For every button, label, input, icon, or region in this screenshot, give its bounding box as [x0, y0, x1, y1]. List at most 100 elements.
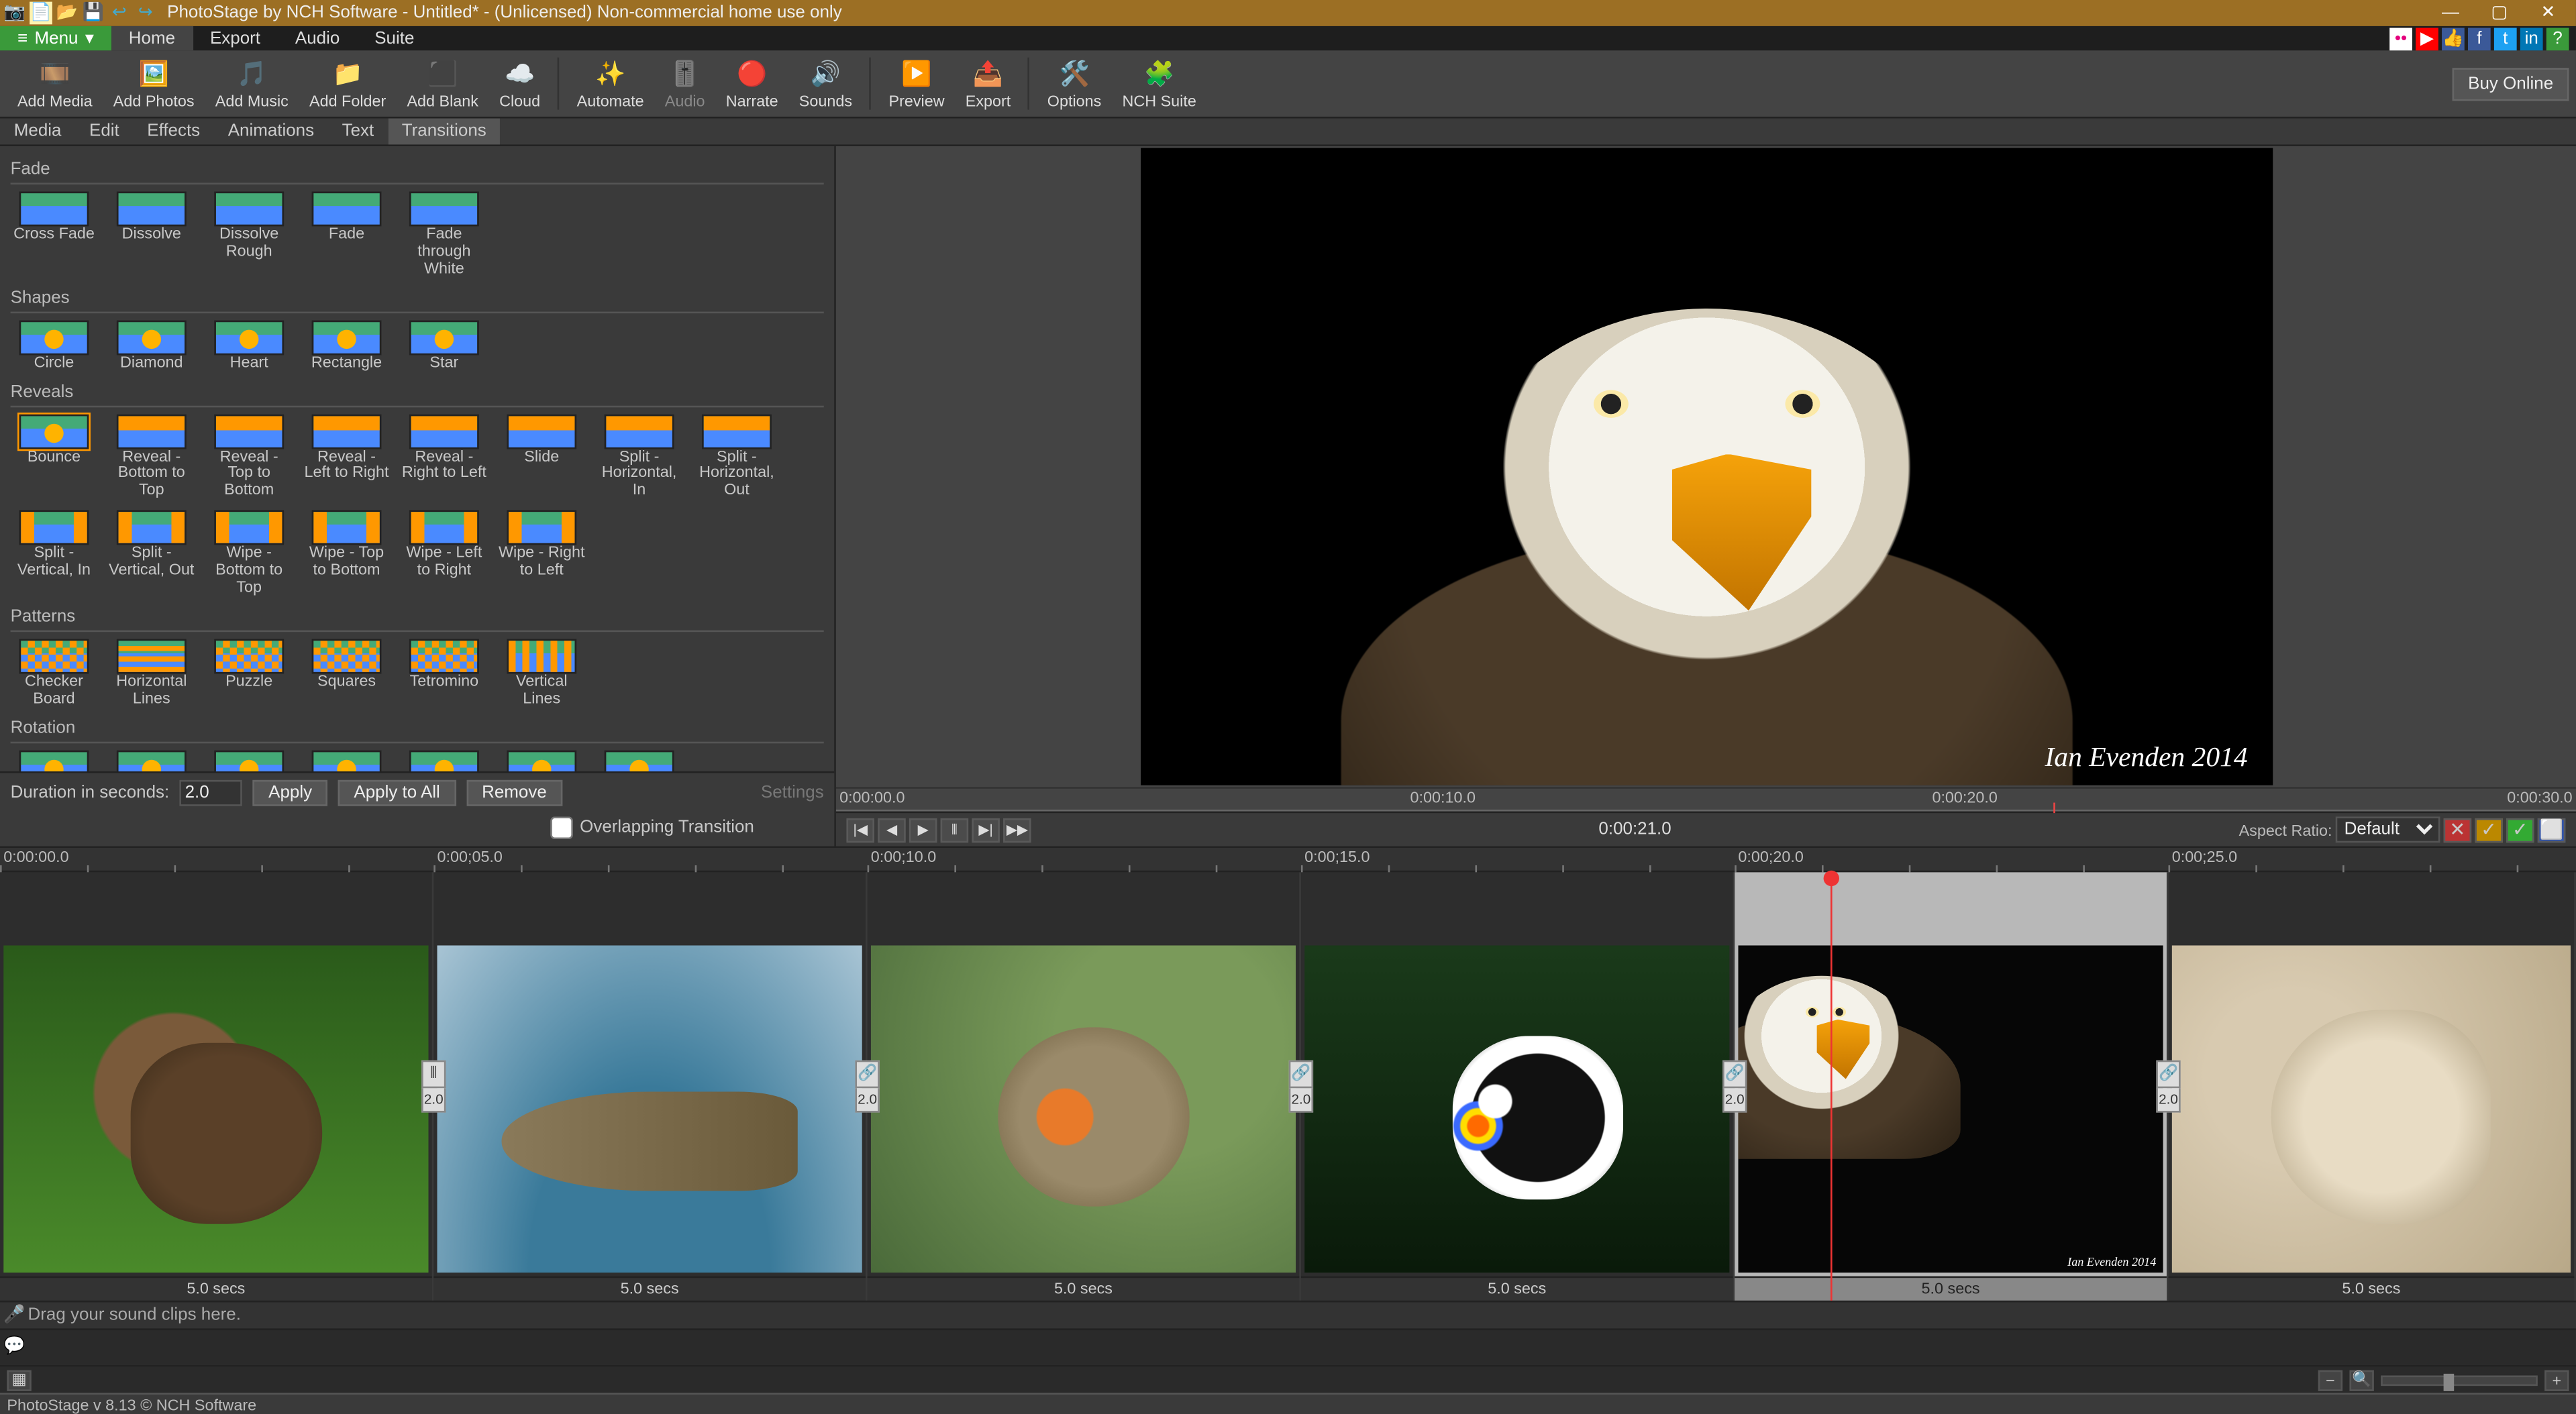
tab-suite[interactable]: Suite	[357, 26, 431, 50]
transition-wipe-top-to-bottom[interactable]: Wipe - Top to Bottom	[303, 510, 391, 597]
transition-rectangle[interactable]: Rectangle	[303, 320, 391, 372]
add-blank-button[interactable]: ⬛Add Blank	[397, 55, 489, 113]
save-icon[interactable]: 💾	[82, 2, 105, 25]
transition-cross-fade[interactable]: Cross Fade	[11, 192, 98, 278]
maximize-button[interactable]: ▢	[2475, 0, 2524, 26]
transition-fade-through-white[interactable]: Fade through White	[401, 192, 488, 278]
flag-red[interactable]: ✕	[2444, 818, 2472, 842]
facebook-icon[interactable]: f	[2468, 27, 2491, 50]
nch-suite-button[interactable]: 🧩NCH Suite	[1112, 55, 1207, 113]
transition-circle[interactable]: Circle	[11, 320, 98, 372]
help-icon[interactable]: ?	[2546, 27, 2569, 50]
transition-badge[interactable]: ⦀2.0	[421, 1060, 446, 1116]
clip-6[interactable]: 🔗2.0 5.0 secs	[2169, 872, 2576, 1301]
next-frame-button[interactable]: ⦀	[941, 818, 969, 842]
time-ruler[interactable]: 0:00:00.00:00;05.00:00;10.00:00;15.00:00…	[0, 848, 2576, 872]
remove-button[interactable]: Remove	[466, 780, 562, 806]
playhead[interactable]	[1831, 872, 1833, 1301]
transition-split-horizontal-in[interactable]: Split - Horizontal, In	[596, 414, 683, 500]
automate-button[interactable]: ✨Automate	[566, 55, 654, 113]
transition-wipe-left-to-right[interactable]: Wipe - Left to Right	[401, 510, 488, 597]
clip-4[interactable]: 🔗2.0 5.0 secs	[1301, 872, 1735, 1301]
twitter-icon[interactable]: t	[2494, 27, 2517, 50]
tab-home[interactable]: Home	[111, 26, 193, 50]
transition-wipe-bottom-to-top[interactable]: Wipe - Bottom to Top	[205, 510, 293, 597]
flag-blue[interactable]: ⬜	[2538, 818, 2566, 842]
subtab-effects[interactable]: Effects	[134, 119, 214, 145]
export-button[interactable]: 📤Export	[955, 55, 1021, 113]
buy-online-button[interactable]: Buy Online	[2453, 67, 2569, 100]
subtab-transitions[interactable]: Transitions	[388, 119, 501, 145]
timeline-mode-icon[interactable]: ▦	[7, 1370, 31, 1391]
transition-horizontal-lines[interactable]: Horizontal Lines	[108, 639, 195, 708]
subtab-text[interactable]: Text	[328, 119, 388, 145]
subtab-media[interactable]: Media	[0, 119, 75, 145]
transition-squares[interactable]: Squares	[303, 639, 391, 708]
transition-fan-bottom-to-top[interactable]: Fan - Bottom to Top	[11, 750, 98, 771]
flag-orange[interactable]: ✓	[2475, 818, 2503, 842]
transition-slide[interactable]: Slide	[498, 414, 585, 500]
transition-badge[interactable]: 🔗2.0	[1722, 1060, 1747, 1116]
tab-export[interactable]: Export	[193, 26, 278, 50]
like-icon[interactable]: 👍	[2442, 27, 2465, 50]
clip-2[interactable]: ⦀2.0 5.0 secs	[433, 872, 867, 1301]
add-media-button[interactable]: 🎞️Add Media	[7, 55, 103, 113]
transition-split-vertical-in[interactable]: Split - Vertical, In	[11, 510, 98, 597]
transition-checker-board[interactable]: Checker Board	[11, 639, 98, 708]
add-folder-button[interactable]: 📁Add Folder	[299, 55, 396, 113]
transition-star[interactable]: Star	[401, 320, 488, 372]
transition-split-horizontal-out[interactable]: Split - Horizontal, Out	[693, 414, 780, 500]
zoom-fit-button[interactable]: 🔍	[2349, 1370, 2373, 1391]
transition-bounce[interactable]: Bounce	[11, 414, 98, 500]
next-clip-button[interactable]: ▶|	[972, 818, 1000, 842]
goto-end-button[interactable]: ▶▶	[1003, 818, 1031, 842]
minimize-button[interactable]: —	[2426, 0, 2475, 26]
transition-radial-clockwise[interactable]: Radial - Clockwise	[205, 750, 293, 771]
play-button[interactable]: ▶	[909, 818, 937, 842]
prev-frame-button[interactable]: ◀	[878, 818, 906, 842]
flag-green[interactable]: ✓	[2506, 818, 2534, 842]
new-icon[interactable]: 📄	[30, 2, 52, 25]
duration-input[interactable]	[180, 780, 242, 806]
transition-badge[interactable]: 🔗2.0	[2156, 1060, 2180, 1116]
narration-track[interactable]	[0, 1327, 2576, 1365]
clips-row[interactable]: 5.0 secs ⦀2.0 5.0 secs 🔗2.0 5.0 secs 🔗2.…	[0, 872, 2576, 1301]
transition-split-vertical-out[interactable]: Split - Vertical, Out	[108, 510, 195, 597]
clip-5[interactable]: 🔗2.0 Ian Evenden 2014 5.0 secs	[1735, 872, 2168, 1301]
transition-tetromino[interactable]: Tetromino	[401, 639, 488, 708]
transition-vertical-lines[interactable]: Vertical Lines	[498, 639, 585, 708]
preview-scrubber[interactable]: 0:00:00.0 0:00:10.0 0:00:20.0 0:00:30.0	[836, 787, 2576, 811]
narrate-button[interactable]: 🔴Narrate	[715, 55, 788, 113]
transition-badge[interactable]: 🔗2.0	[855, 1060, 879, 1116]
transitions-list[interactable]: Fade Cross FadeDissolveDissolve Rough Fade…	[0, 146, 834, 771]
transition-radial-counter-clock-[interactable]: Radial - Counter-Clock...	[303, 750, 391, 771]
transition-reveal-top-to-bottom[interactable]: Reveal - Top to Bottom	[205, 414, 293, 500]
transition-reveal-right-to-left[interactable]: Reveal - Right to Left	[401, 414, 488, 500]
zoom-out-button[interactable]: −	[2318, 1370, 2342, 1391]
zoom-slider[interactable]	[2381, 1375, 2538, 1386]
linkedin-icon[interactable]: in	[2520, 27, 2543, 50]
sound-track[interactable]: Drag your sound clips here.	[0, 1300, 2576, 1327]
apply-all-button[interactable]: Apply to All	[338, 780, 456, 806]
subtab-edit[interactable]: Edit	[75, 119, 133, 145]
sounds-button[interactable]: 🔊Sounds	[788, 55, 862, 113]
zoom-in-button[interactable]: +	[2544, 1370, 2569, 1391]
add-music-button[interactable]: 🎵Add Music	[205, 55, 299, 113]
transition-fade[interactable]: Fade	[303, 192, 391, 278]
transition-roll[interactable]: Roll	[596, 750, 683, 771]
transition-wipe-right-to-left[interactable]: Wipe - Right to Left	[498, 510, 585, 597]
transition-radial-smooth-counter-clock-[interactable]: Radial Smooth - Counter-Clock...	[498, 750, 585, 771]
clip-1[interactable]: 5.0 secs	[0, 872, 433, 1301]
undo-icon[interactable]: ↩	[108, 2, 131, 25]
transition-dissolve-rough[interactable]: Dissolve Rough	[205, 192, 293, 278]
flickr-icon[interactable]: ••	[2389, 27, 2412, 50]
transition-badge[interactable]: 🔗2.0	[1289, 1060, 1313, 1116]
transition-diamond[interactable]: Diamond	[108, 320, 195, 372]
cloud-button[interactable]: ☁️Cloud	[489, 55, 551, 113]
options-button[interactable]: 🛠️Options	[1037, 55, 1112, 113]
redo-icon[interactable]: ↪	[134, 2, 157, 25]
transition-dissolve[interactable]: Dissolve	[108, 192, 195, 278]
transition-reveal-bottom-to-top[interactable]: Reveal - Bottom to Top	[108, 414, 195, 500]
transition-reveal-left-to-right[interactable]: Reveal - Left to Right	[303, 414, 391, 500]
aspect-ratio-select[interactable]: Default	[2336, 816, 2440, 842]
